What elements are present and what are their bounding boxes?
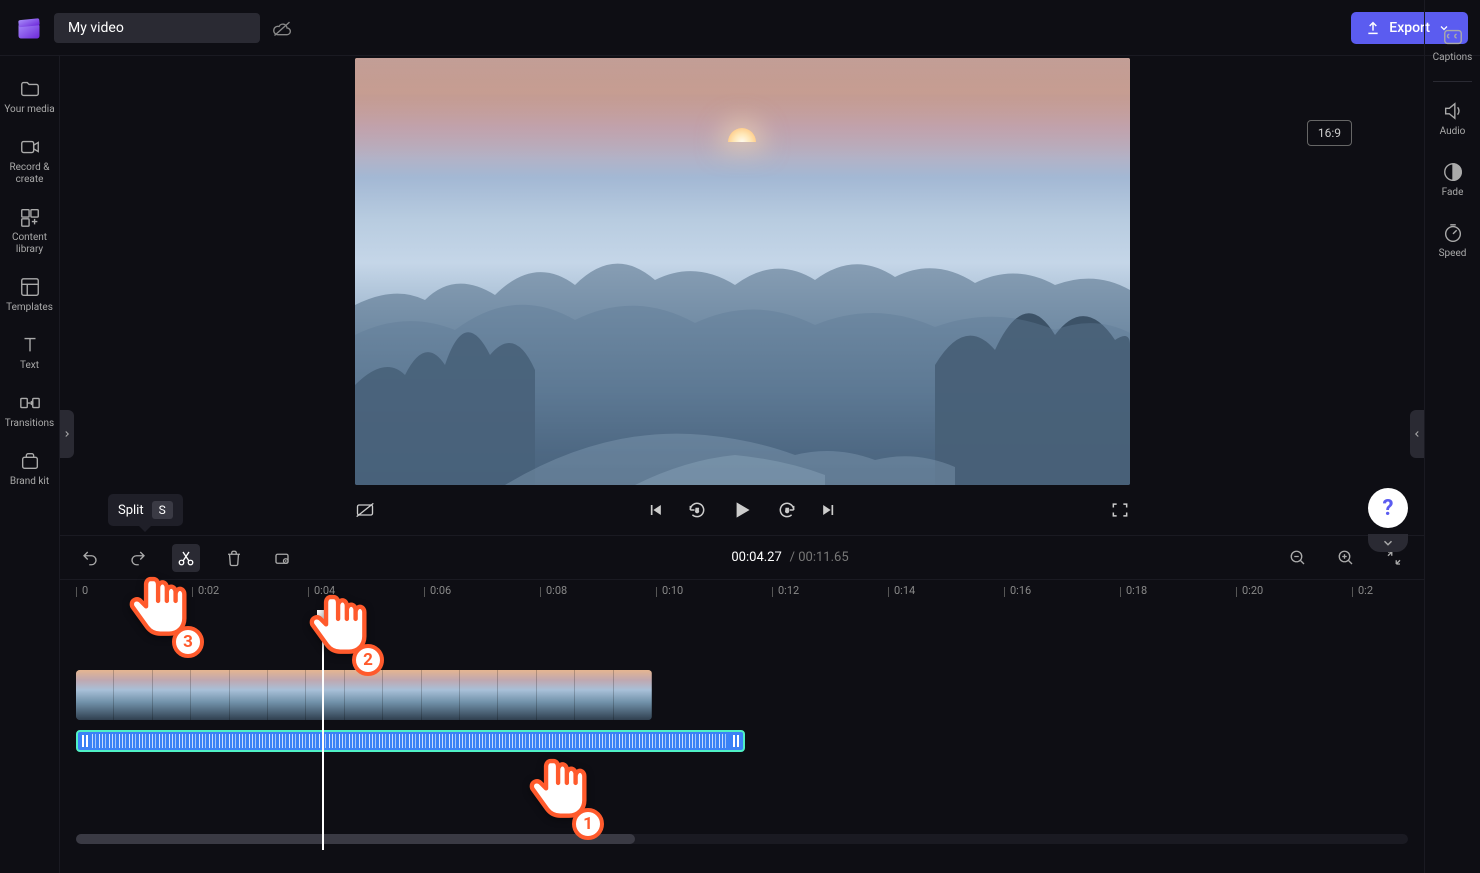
timeline-toolbar: 00:04.27 / 00:11.65 bbox=[60, 536, 1424, 580]
app-logo[interactable] bbox=[12, 11, 46, 45]
sidebar-left: Your media Record & create Content libra… bbox=[0, 56, 60, 873]
time-total: 00:11.65 bbox=[798, 550, 848, 565]
delete-button[interactable] bbox=[220, 544, 248, 572]
playback-controls: 5 5 bbox=[355, 485, 1130, 535]
video-track[interactable] bbox=[76, 670, 1408, 722]
rewind-5-icon[interactable]: 5 bbox=[687, 500, 707, 520]
undo-button[interactable] bbox=[76, 544, 104, 572]
sidebar-item-fade[interactable]: Fade bbox=[1425, 149, 1480, 210]
timeline-ruler[interactable]: 0 0:02 0:04 0:06 0:08 0:10 0:12 0:14 0:1… bbox=[60, 580, 1424, 610]
timeline-h-scrollbar[interactable] bbox=[76, 834, 1408, 844]
zoom-out-button[interactable] bbox=[1284, 544, 1312, 572]
cloud-sync-icon[interactable] bbox=[272, 18, 292, 38]
sidebar-item-captions[interactable]: Captions bbox=[1425, 14, 1480, 75]
annotation-hand-3: 3 bbox=[122, 570, 192, 662]
sidebar-right: Captions Audio Fade Speed bbox=[1424, 0, 1480, 873]
timeline-tracks[interactable] bbox=[60, 610, 1424, 850]
timeline-panel: Split S 00:04.27 / 00:11.65 0 0:02 0:04 … bbox=[60, 535, 1424, 873]
sidebar-item-your-media[interactable]: Your media bbox=[0, 68, 59, 126]
sidebar-item-templates[interactable]: Templates bbox=[0, 266, 59, 324]
play-button[interactable] bbox=[729, 497, 755, 523]
forward-5-icon[interactable]: 5 bbox=[777, 500, 797, 520]
sidebar-item-speed[interactable]: Speed bbox=[1425, 210, 1480, 271]
project-title-input[interactable] bbox=[54, 13, 260, 43]
sidebar-item-audio[interactable]: Audio bbox=[1425, 88, 1480, 149]
aspect-ratio-button[interactable]: 16:9 bbox=[1307, 120, 1352, 146]
help-button[interactable]: ? bbox=[1368, 488, 1408, 528]
split-shortcut-key: S bbox=[152, 501, 173, 519]
crop-button[interactable] bbox=[268, 544, 296, 572]
filters-toggle-icon[interactable] bbox=[355, 500, 375, 520]
sidebar-item-record-create[interactable]: Record & create bbox=[0, 126, 59, 196]
video-preview[interactable] bbox=[355, 58, 1130, 485]
svg-text:5: 5 bbox=[695, 509, 699, 515]
time-display: 00:04.27 / 00:11.65 bbox=[731, 550, 848, 565]
zoom-in-button[interactable] bbox=[1332, 544, 1360, 572]
sidebar-item-content-library[interactable]: Content library bbox=[0, 196, 59, 266]
sidebar-item-brand-kit[interactable]: Brand kit bbox=[0, 440, 59, 498]
time-current: 00:04.27 bbox=[731, 550, 781, 565]
svg-text:5: 5 bbox=[785, 509, 789, 515]
skip-end-icon[interactable] bbox=[819, 500, 839, 520]
annotation-hand-2: 2 bbox=[302, 588, 372, 680]
skip-start-icon[interactable] bbox=[645, 500, 665, 520]
split-button[interactable] bbox=[172, 544, 200, 572]
audio-track[interactable] bbox=[76, 730, 1408, 754]
help-caret[interactable] bbox=[1368, 534, 1408, 552]
split-tooltip: Split S bbox=[108, 494, 183, 526]
annotation-hand-1: 1 bbox=[522, 752, 592, 844]
sidebar-item-text[interactable]: Text bbox=[0, 324, 59, 382]
audio-clip[interactable] bbox=[76, 730, 745, 752]
preview-panel: 16:9 5 5 bbox=[60, 56, 1424, 535]
app-header: Export bbox=[0, 0, 1480, 56]
redo-button[interactable] bbox=[124, 544, 152, 572]
sidebar-item-transitions[interactable]: Transitions bbox=[0, 382, 59, 440]
fullscreen-icon[interactable] bbox=[1110, 500, 1130, 520]
